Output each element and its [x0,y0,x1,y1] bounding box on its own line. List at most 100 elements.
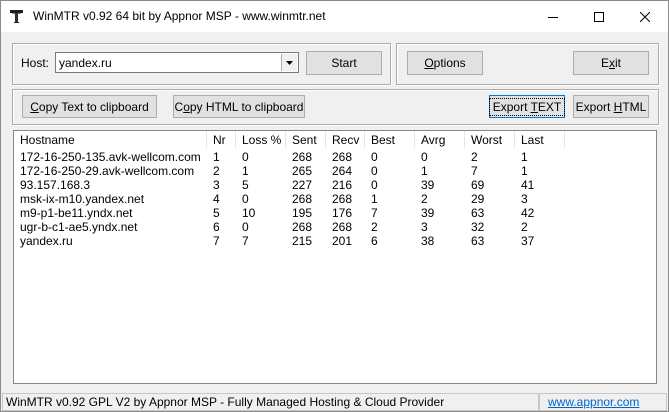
cell-sent: 268 [292,220,313,234]
cell-nr: 2 [213,164,220,178]
cell-recv: 264 [332,164,353,178]
table-row[interactable]: msk-ix-m10.yandex.net 4 0 268 268 1 2 29 3 [14,192,656,206]
cell-recv: 201 [332,234,353,248]
host-label: Host: [21,56,50,70]
cell-worst: 29 [471,192,485,206]
options-button[interactable]: Options [407,51,483,75]
cell-sent: 265 [292,164,313,178]
table-header: Hostname Nr Loss % Sent Recv Best Avrg W… [14,131,656,148]
cell-recv: 216 [332,178,353,192]
cell-sent: 268 [292,192,313,206]
cell-avrg: 2 [421,192,428,206]
status-bar: WinMTR v0.92 GPL V2 by Appnor MSP - Full… [1,392,668,411]
minimize-button[interactable] [530,1,576,32]
cell-worst: 63 [471,234,485,248]
cell-last: 1 [521,164,528,178]
cell-best: 0 [371,178,378,192]
table-row[interactable]: 93.157.168.3 3 5 227 216 0 39 69 41 [14,178,656,192]
host-combobox[interactable]: yandex.ru [55,52,299,73]
cell-sent: 227 [292,178,313,192]
exit-button[interactable]: Exit [573,51,649,75]
start-button[interactable]: Start [306,51,382,75]
host-input[interactable]: yandex.ru [59,56,112,70]
cell-best: 7 [371,206,378,220]
maximize-button[interactable] [576,1,622,32]
column-header-best[interactable]: Best [365,131,415,148]
cell-worst: 7 [471,164,478,178]
cell-avrg: 3 [421,220,428,234]
cell-loss: 7 [242,234,249,248]
cell-best: 6 [371,234,378,248]
app-icon [9,9,24,24]
cell-hostname: 172-16-250-29.avk-wellcom.com [20,164,195,178]
cell-worst: 69 [471,178,485,192]
results-table[interactable]: Hostname Nr Loss % Sent Recv Best Avrg W… [13,130,657,384]
cell-best: 1 [371,192,378,206]
cell-nr: 5 [213,206,220,220]
cell-recv: 268 [332,150,353,164]
cell-sent: 268 [292,150,313,164]
cell-last: 41 [521,178,535,192]
table-row[interactable]: m9-p1-be11.yndx.net 5 10 195 176 7 39 63 42 [14,206,656,220]
copy-html-button[interactable]: Copy HTML to clipboard [173,95,305,118]
column-header-hostname[interactable]: Hostname [14,131,207,148]
close-button[interactable] [622,1,668,32]
cell-loss: 0 [242,150,249,164]
cell-best: 0 [371,164,378,178]
cell-worst: 32 [471,220,485,234]
cell-worst: 2 [471,150,478,164]
cell-last: 1 [521,150,528,164]
cell-recv: 268 [332,192,353,206]
cell-recv: 268 [332,220,353,234]
cell-hostname: yandex.ru [20,234,73,248]
cell-sent: 215 [292,234,313,248]
table-row[interactable]: 172-16-250-29.avk-wellcom.com 2 1 265 264 0 1 7… [14,164,656,178]
cell-recv: 176 [332,206,353,220]
cell-loss: 1 [242,164,249,178]
copy-text-button[interactable]: Copy Text to clipboard [22,95,157,118]
cell-last: 42 [521,206,535,220]
cell-best: 0 [371,150,378,164]
cell-nr: 7 [213,234,220,248]
cell-hostname: m9-p1-be11.yndx.net [20,206,133,220]
cell-nr: 4 [213,192,220,206]
table-row[interactable]: yandex.ru 7 7 215 201 6 38 63 37 [14,234,656,248]
cell-loss: 0 [242,220,249,234]
column-header-worst[interactable]: Worst [465,131,515,148]
cell-nr: 3 [213,178,220,192]
status-text: WinMTR v0.92 GPL V2 by Appnor MSP - Full… [2,393,539,411]
window-title: WinMTR v0.92 64 bit by Appnor MSP - www.… [33,9,326,23]
cell-nr: 6 [213,220,220,234]
cell-worst: 63 [471,206,485,220]
cell-avrg: 39 [421,178,435,192]
cell-avrg: 0 [421,150,428,164]
table-row[interactable]: ugr-b-c1-ae5.yndx.net 6 0 268 268 2 3 32 2 [14,220,656,234]
column-header-nr[interactable]: Nr [207,131,236,148]
cell-last: 37 [521,234,535,248]
cell-hostname: ugr-b-c1-ae5.yndx.net [20,220,138,234]
column-header-last[interactable]: Last [515,131,565,148]
column-header-recv[interactable]: Recv [326,131,365,148]
column-header-sent[interactable]: Sent [286,131,326,148]
table-row[interactable]: 172-16-250-135.avk-wellcom.com 1 0 268 268 0 0… [14,150,656,164]
cell-loss: 10 [242,206,256,220]
chevron-down-icon [286,60,293,65]
cell-nr: 1 [213,150,220,164]
appnor-link[interactable]: www.appnor.com [539,393,667,411]
minimize-icon [548,16,558,18]
cell-hostname: 172-16-250-135.avk-wellcom.com [20,150,201,164]
cell-loss: 0 [242,192,249,206]
cell-sent: 195 [292,206,313,220]
column-header-loss[interactable]: Loss % [236,131,286,148]
cell-last: 3 [521,192,528,206]
cell-hostname: 93.157.168.3 [20,178,91,192]
host-dropdown-button[interactable] [281,54,297,71]
export-html-button[interactable]: Export HTML [573,95,649,118]
title-bar: WinMTR v0.92 64 bit by Appnor MSP - www.… [1,1,668,32]
cell-best: 2 [371,220,378,234]
maximize-icon [594,11,604,22]
column-header-avrg[interactable]: Avrg [415,131,465,148]
cell-avrg: 39 [421,206,435,220]
export-text-button[interactable]: Export TEXT [488,95,566,118]
cell-avrg: 38 [421,234,435,248]
